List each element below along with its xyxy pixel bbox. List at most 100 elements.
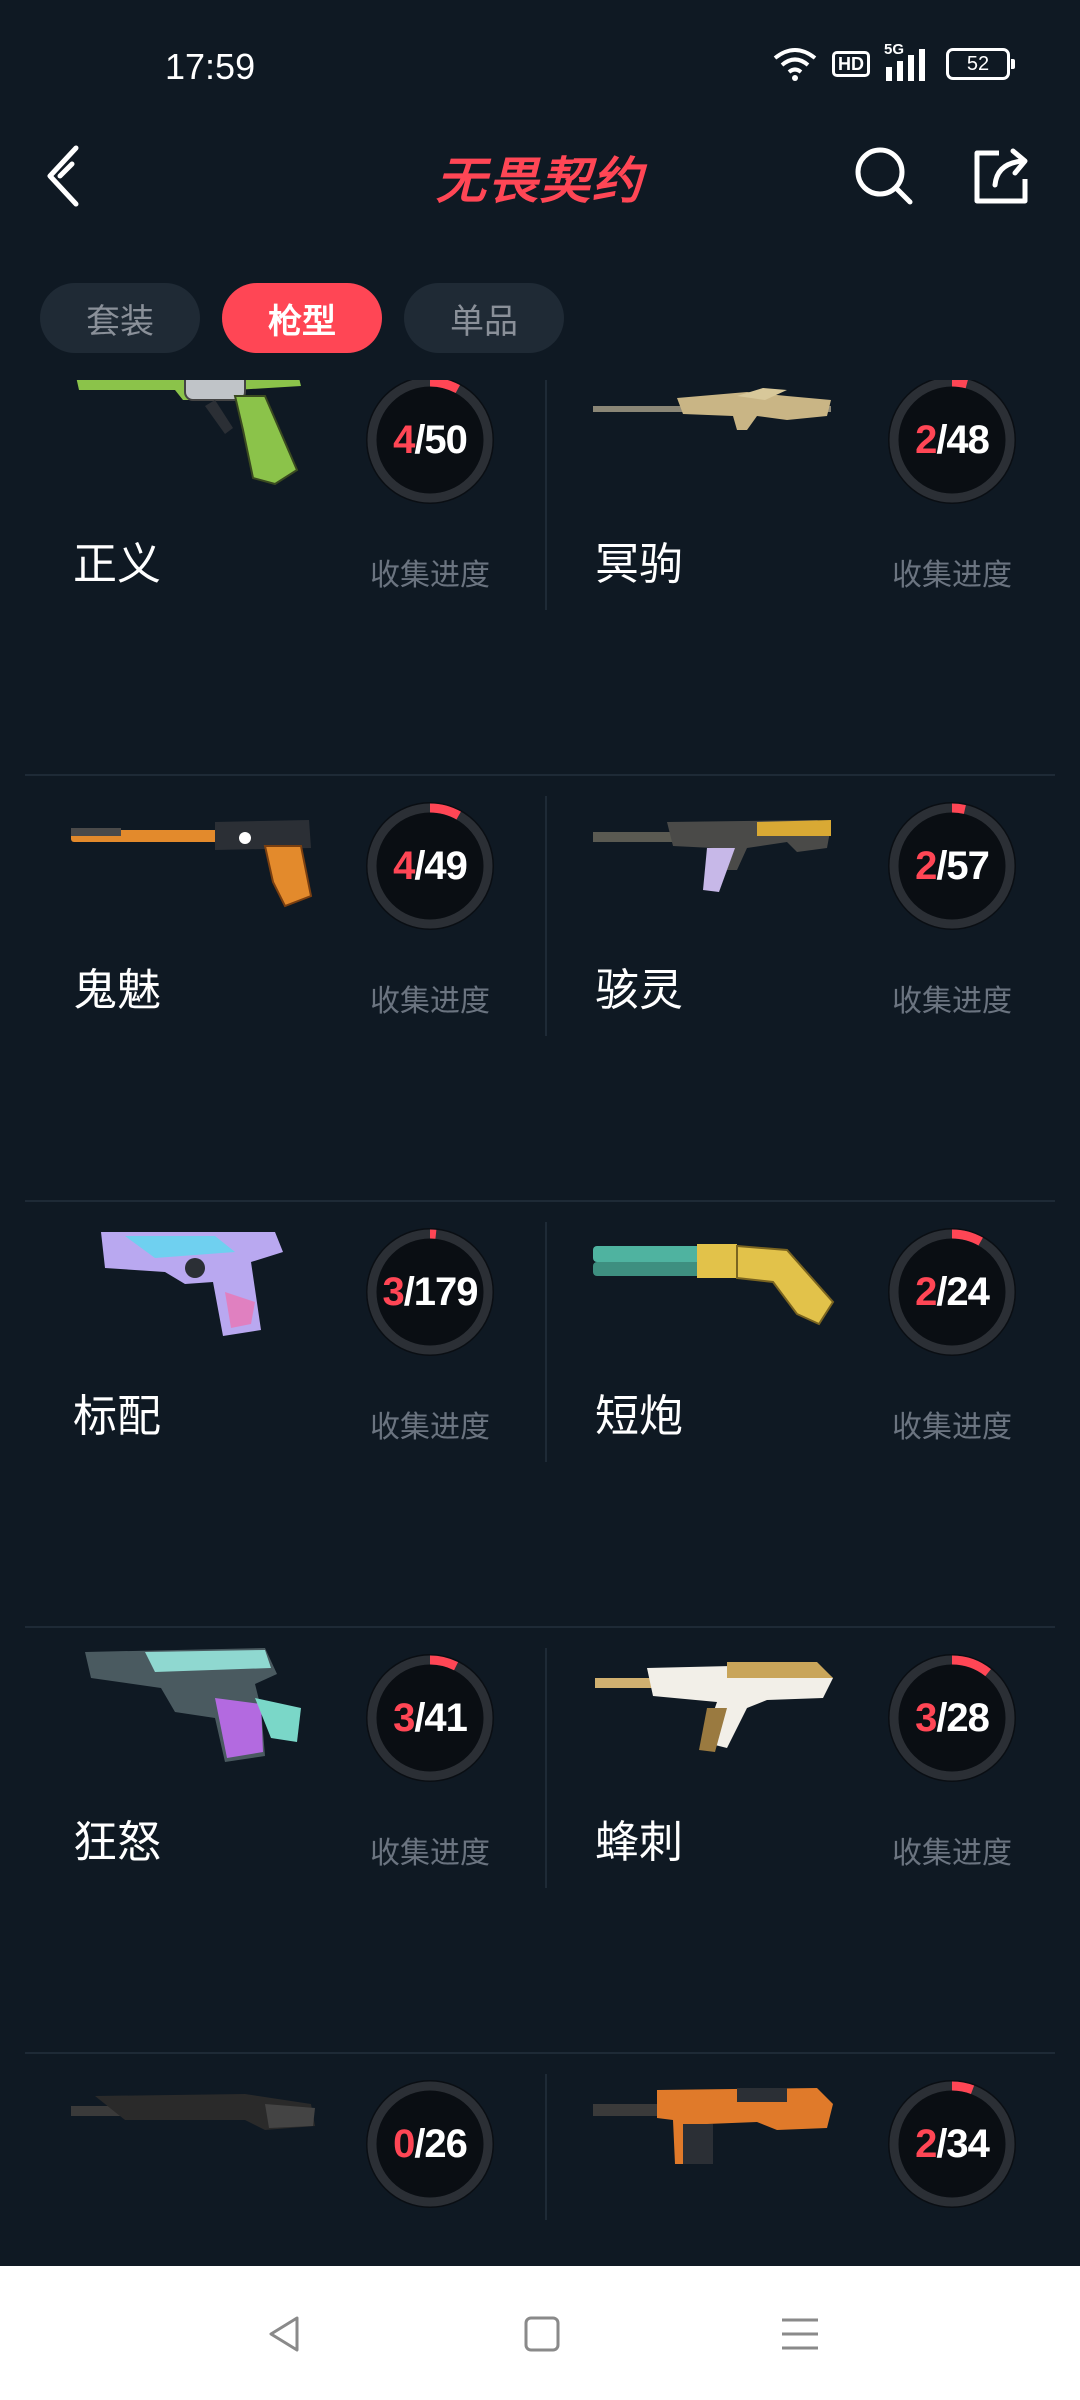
collection-progress-ring: 3/41 [360,1648,500,1788]
collection-progress-ring: 2/34 [882,2074,1022,2214]
status-icons: HD 5G 52 [772,41,1015,82]
weapon-card[interactable]: 4/50 正义 收集进度 [25,380,545,776]
total-count: /179 [403,1269,479,1314]
weapon-name: 蜂刺 [595,1818,683,1867]
collection-progress-ring: 4/49 [360,796,500,936]
collection-progress-label: 收集进度 [892,1411,1012,1444]
total-count: /24 [936,1269,990,1314]
hd-badge: HD [832,51,870,77]
collected-count: 3 [382,1269,404,1314]
weapon-name: 正义 [73,540,161,589]
collection-progress-ring: 2/24 [882,1222,1022,1362]
frenzy-weapon-image [85,1648,301,1762]
weapon-card[interactable]: 2/57 骇灵 收集进度 [547,776,1055,1202]
collection-progress-label: 收集进度 [370,1411,490,1444]
collection-progress-label: 收集进度 [370,985,490,1018]
weapon-card[interactable]: 4/49 鬼魅 收集进度 [25,776,545,1202]
weapon-card[interactable]: 2/24 短炮 收集进度 [547,1202,1055,1628]
shorty-weapon-image [593,1244,835,1326]
app-header: 无畏契约 [0,130,1080,240]
back-button[interactable] [30,136,100,216]
tab-outfits[interactable]: 套装 [40,283,200,353]
collected-count: 2 [915,417,937,462]
status-time: 17:59 [165,46,256,87]
battery-icon: 52 [946,48,1015,80]
weapon-name: 狂怒 [73,1818,161,1867]
classic-pistol-weapon-image [101,1232,283,1336]
nav-back-button[interactable] [245,2296,325,2372]
collection-progress-label: 收集进度 [892,559,1012,592]
search-icon [855,147,913,205]
search-button[interactable] [846,136,922,216]
nav-home-icon [524,2316,560,2352]
weapon-row: 3/41 狂怒 收集进度 3/28 蜂刺 收集进度 [25,1628,1055,2054]
collection-progress-ring: 3/179 [360,1222,500,1362]
battery-level: 52 [966,52,990,75]
collection-progress-ring: 2/57 [882,796,1022,936]
collected-count: 2 [915,843,937,888]
smg-weapon-image [593,820,831,892]
collected-count: 4 [393,843,415,888]
collected-count: 4 [393,417,415,462]
network-type: 5G [884,41,905,58]
collection-progress-label: 收集进度 [370,1837,490,1870]
tab-weapon-types[interactable]: 枪型 [222,283,382,353]
total-count: /28 [936,1695,990,1740]
weapon-name: 短炮 [595,1392,683,1441]
total-count: /26 [414,2121,468,2166]
collected-count: 3 [393,1695,415,1740]
collection-progress-label: 收集进度 [370,559,490,592]
wifi-icon [773,48,817,81]
weapon-row: 0/26 2/34 [25,2054,1055,2220]
weapon-row: 4/49 鬼魅 收集进度 2/57 骇灵 收集进度 [25,776,1055,1202]
total-count: /41 [414,1695,468,1740]
collection-progress-ring: 2/48 [882,380,1022,510]
collection-progress-ring: 0/26 [360,2074,500,2214]
weapon-name: 鬼魅 [73,966,161,1015]
nav-back-icon [269,2316,299,2352]
collected-count: 3 [915,1695,937,1740]
weapon-name: 冥驹 [595,540,683,589]
back-arrow-icon [47,145,79,207]
total-count: /48 [936,417,990,462]
category-tabs: 套装 枪型 单品 [40,283,564,353]
stinger-weapon-image [595,1662,833,1752]
status-bar: 17:59 HD 5G 52 [0,0,1080,130]
weapon-card[interactable]: 2/48 冥驹 收集进度 [547,380,1055,776]
total-count: /34 [936,2121,990,2166]
sniper-weapon-image [593,388,831,430]
collection-progress-label: 收集进度 [892,985,1012,1018]
collected-count: 0 [393,2121,415,2166]
weapon-grid: 4/50 正义 收集进度 2/48 冥驹 收集进度 4 /49 鬼魅 收集进度 … [25,380,1055,2220]
weapon-row: 3/179 标配 收集进度 2/24 短炮 收集进度 [25,1202,1055,1628]
share-icon [974,148,1028,204]
system-nav-bar [0,2266,1080,2400]
weapon-card[interactable]: 3/179 标配 收集进度 [25,1202,545,1628]
weapon-name: 骇灵 [595,966,683,1015]
total-count: /49 [414,843,468,888]
rifle-weapon-image [71,2094,315,2130]
pistol-weapon-image [71,820,313,908]
app-logo-title: 无畏契约 [436,153,644,209]
nav-menu-icon [782,2318,818,2350]
weapon-row: 4/50 正义 收集进度 2/48 冥驹 收集进度 [25,380,1055,776]
nav-menu-button[interactable] [760,2296,840,2372]
collection-progress-label: 收集进度 [892,1837,1012,1870]
share-button[interactable] [964,136,1040,216]
weapon-card[interactable]: 0/26 [25,2054,545,2220]
weapon-name: 标配 [73,1392,161,1441]
heavy-gun-weapon-image [593,2088,833,2164]
weapon-card[interactable]: 3/28 蜂刺 收集进度 [547,1628,1055,2054]
collected-count: 2 [915,2121,937,2166]
weapon-card[interactable]: 2/34 [547,2054,1055,2220]
collected-count: 2 [915,1269,937,1314]
total-count: /57 [936,843,990,888]
collection-progress-ring: 4/50 [360,380,500,510]
revolver-weapon-image [76,380,301,486]
collection-progress-ring: 3/28 [882,1648,1022,1788]
nav-home-button[interactable] [502,2296,582,2372]
total-count: /50 [414,417,468,462]
cellular-signal-icon: 5G [884,41,932,81]
weapon-card[interactable]: 3/41 狂怒 收集进度 [25,1628,545,2054]
tab-single-items[interactable]: 单品 [404,283,564,353]
